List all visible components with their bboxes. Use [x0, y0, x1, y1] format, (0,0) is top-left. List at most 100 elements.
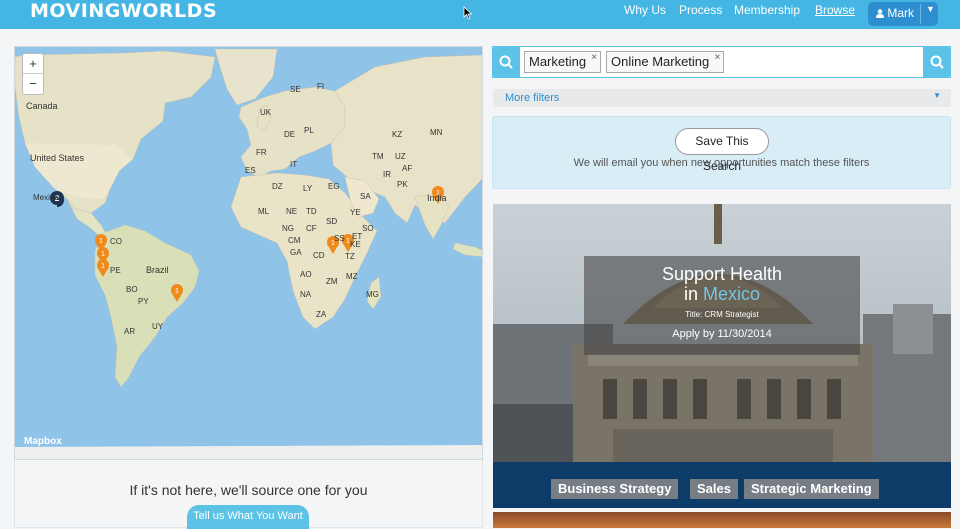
map-label: BO [126, 285, 138, 294]
map-label: Brazil [146, 265, 169, 275]
map-label: NA [300, 290, 312, 299]
card-title-line1: Support Health [661, 264, 783, 284]
tag-search-field[interactable]: Marketing × Online Marketing × [492, 46, 951, 78]
map-label: ML [258, 207, 270, 216]
tell-us-button[interactable]: Tell us What You Want [187, 505, 309, 529]
map-label: TD [306, 207, 317, 216]
map-label: UK [260, 108, 272, 117]
category-tag[interactable]: Strategic Marketing [744, 479, 879, 499]
card-country: Mexico [703, 284, 761, 304]
map-label: UZ [395, 152, 406, 161]
map-label: EG [328, 182, 340, 191]
card-subtitle: Title: CRM Strategist [685, 310, 759, 319]
map-label: SS [334, 234, 345, 243]
save-search-note: We will email you when new opportunities… [573, 157, 870, 169]
map-label: MN [430, 128, 443, 137]
source-text: If it's not here, we'll source one for y… [129, 482, 368, 498]
search-tag[interactable]: Marketing × [524, 51, 602, 73]
caret-down-icon: ▼ [933, 91, 941, 100]
map-label: LY [303, 184, 313, 193]
map-label: Mexico [33, 193, 59, 202]
remove-tag-icon[interactable]: × [591, 52, 597, 63]
card-apply-date: Apply by 11/30/2014 [672, 328, 772, 340]
map-label: ES [245, 166, 256, 175]
logo[interactable]: MOVINGWORLDS [30, 0, 217, 22]
more-filters-label: More filters [505, 92, 560, 104]
category-tag[interactable]: Sales [690, 479, 738, 499]
mapbox-attribution[interactable]: Mapbox [24, 436, 62, 447]
zoom-out-button[interactable]: − [23, 74, 43, 94]
map-label: SO [362, 224, 374, 233]
user-label: Mark [876, 6, 914, 20]
svg-text:1: 1 [99, 238, 103, 245]
map-label: United States [30, 153, 85, 163]
map-label: MG [366, 290, 379, 299]
map-label: TM [372, 152, 384, 161]
search-icon [930, 55, 944, 69]
svg-text:1: 1 [101, 251, 105, 258]
map-label: TZ [345, 252, 355, 261]
map-label: AR [124, 327, 136, 336]
nav-membership[interactable]: Membership [734, 3, 800, 17]
map-label: SA [360, 192, 371, 201]
user-menu-button[interactable]: Mark ▼ [868, 2, 938, 26]
map-label: CM [288, 236, 301, 245]
card-title-in: in [683, 284, 698, 304]
map-label: NG [282, 224, 294, 233]
tag-label: Marketing [529, 54, 587, 69]
map-label: India [427, 193, 447, 203]
map-label: CF [306, 224, 317, 233]
map-label: IT [290, 160, 298, 169]
map-label: DZ [272, 182, 283, 191]
map-label: KZ [392, 130, 403, 139]
user-icon [876, 9, 884, 18]
world-map: 2 1 1 1 1 1 1 1 [15, 48, 482, 459]
map-label: Canada [26, 101, 58, 111]
map-label: PY [138, 297, 149, 306]
category-tag[interactable]: Business Strategy [551, 479, 679, 499]
map-label: CO [110, 237, 122, 246]
caret-down-icon[interactable]: ▼ [926, 4, 935, 14]
map-label: IR [383, 170, 391, 179]
map-label: SE [290, 85, 301, 94]
nav-process[interactable]: Process [679, 3, 722, 17]
search-icon [499, 55, 513, 69]
remove-tag-icon[interactable]: × [714, 52, 720, 63]
map-label: UY [152, 322, 164, 331]
map[interactable]: 2 1 1 1 1 1 1 1 [14, 46, 483, 460]
search-button-right[interactable] [923, 46, 951, 78]
map-label: KE [350, 240, 361, 249]
svg-text:1: 1 [175, 288, 179, 295]
search-tag[interactable]: Online Marketing × [606, 51, 725, 73]
map-label: SD [326, 217, 338, 226]
svg-text:1: 1 [101, 263, 105, 270]
search-button-left[interactable] [492, 46, 520, 78]
map-label: PL [304, 126, 314, 135]
map-label: YE [350, 208, 361, 217]
map-label: DE [284, 130, 296, 139]
map-label: AO [300, 270, 312, 279]
zoom-in-button[interactable]: + [23, 54, 43, 74]
map-label: FR [256, 148, 267, 157]
card-title-line2: in Mexico [584, 284, 860, 304]
map-label: PK [397, 180, 408, 189]
zoom-control: + − [22, 53, 44, 95]
map-label: ZA [316, 310, 327, 319]
map-label: AF [402, 164, 413, 173]
map-label: GA [290, 248, 302, 257]
map-label: MZ [346, 272, 358, 281]
user-name: Mark [887, 6, 915, 20]
next-card-preview[interactable] [493, 512, 951, 528]
mouse-cursor-icon [463, 6, 473, 20]
map-label: NE [286, 207, 298, 216]
map-label: CD [313, 251, 325, 260]
divider [920, 4, 921, 24]
card-title[interactable]: Support Health in Mexico [584, 264, 860, 304]
map-label: FI [317, 82, 325, 91]
map-label: ZM [326, 277, 338, 286]
save-search-button[interactable]: Save This Search [675, 128, 769, 173]
more-filters-toggle[interactable]: More filters ▼ [493, 89, 951, 107]
tag-label: Online Marketing [611, 54, 710, 69]
nav-browse[interactable]: Browse [815, 3, 855, 17]
nav-why-us[interactable]: Why Us [624, 3, 666, 17]
